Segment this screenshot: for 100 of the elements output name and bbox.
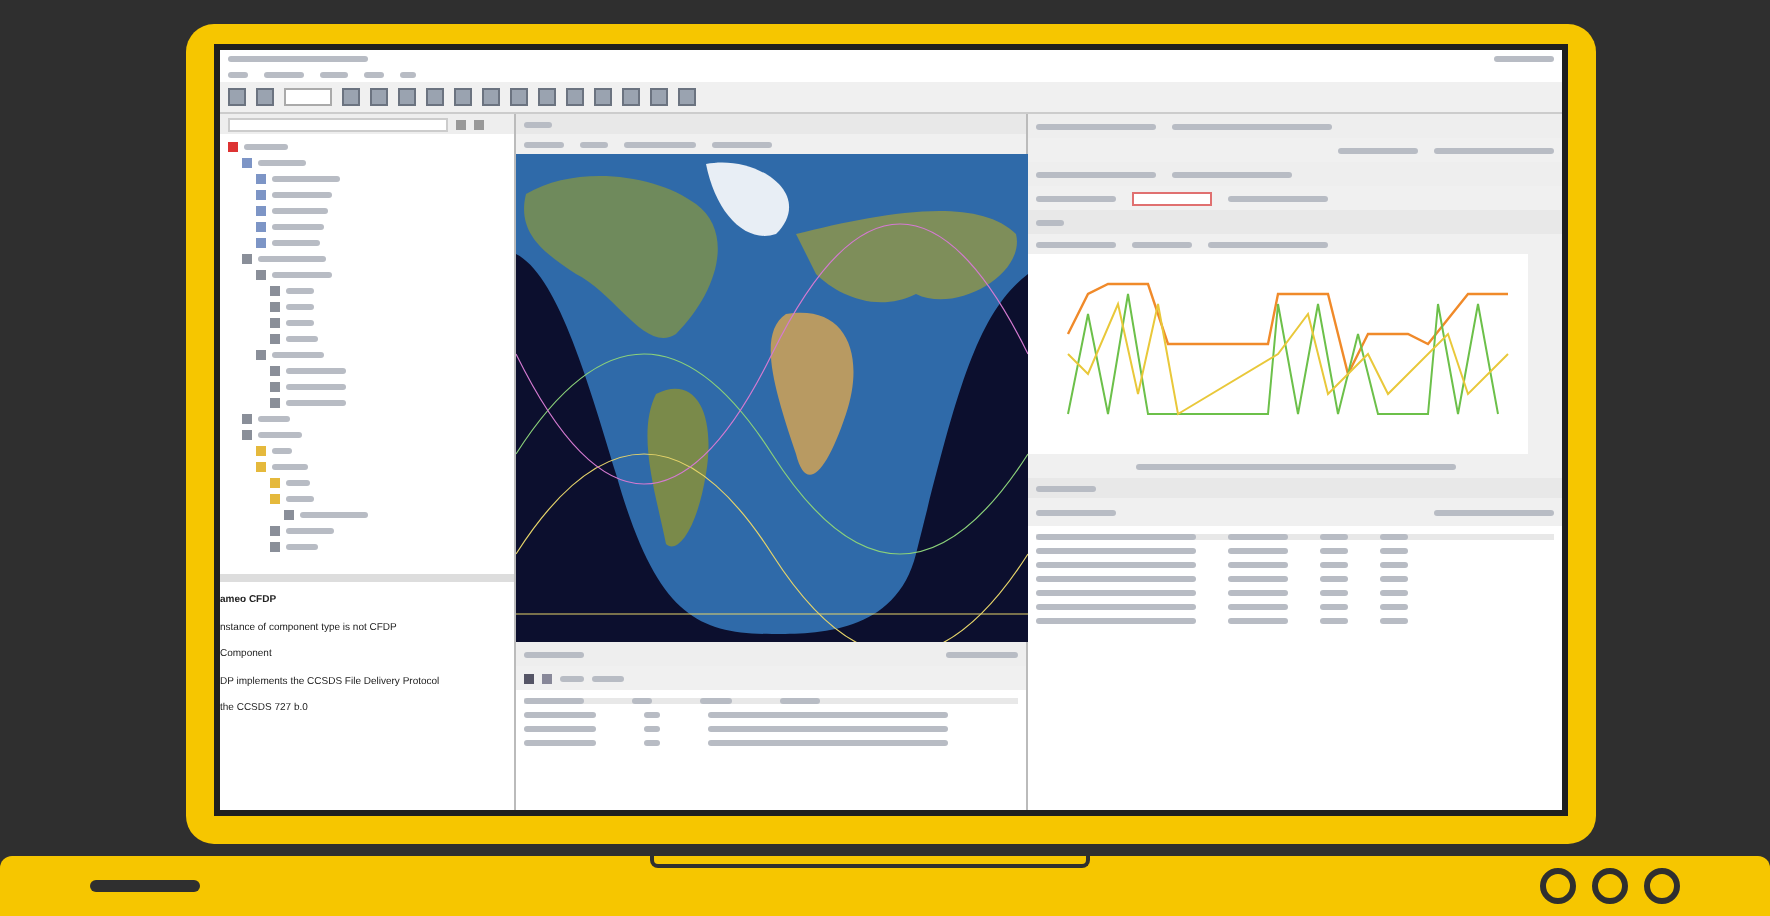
tree-node-icon <box>256 174 266 184</box>
blurred-text <box>272 192 332 198</box>
tree-node-icon <box>270 286 280 296</box>
blurred-text <box>1132 241 1192 247</box>
blurred-text <box>1036 123 1156 129</box>
tree-node-icon <box>270 478 280 488</box>
blurred-text <box>286 320 314 326</box>
blurred-text <box>1228 590 1288 596</box>
blurred-text <box>524 712 596 718</box>
toolbar-icon[interactable] <box>284 88 332 106</box>
tree-node-icon <box>474 119 484 129</box>
blurred-text <box>1036 485 1096 491</box>
blurred-text <box>524 726 596 732</box>
blurred-text <box>946 651 1018 657</box>
tree-node-icon <box>242 430 252 440</box>
tree-node-icon <box>270 494 280 504</box>
blurred-text <box>1320 534 1348 540</box>
blurred-text <box>286 544 318 550</box>
blurred-text <box>712 141 772 147</box>
tree-node-icon <box>270 334 280 344</box>
tree-node-icon <box>270 526 280 536</box>
blurred-text <box>1320 604 1348 610</box>
blurred-text <box>524 141 564 147</box>
blurred-text <box>780 698 820 704</box>
blurred-text <box>1228 618 1288 624</box>
blurred-text <box>272 448 292 454</box>
tree-node-icon <box>270 398 280 408</box>
blurred-text <box>272 176 340 182</box>
blurred-text <box>258 160 306 166</box>
blurred-text <box>272 464 308 470</box>
blurred-text <box>1036 219 1064 225</box>
blurred-text <box>1494 55 1554 61</box>
blurred-text <box>1228 604 1288 610</box>
blurred-text <box>286 288 314 294</box>
blurred-text <box>580 141 608 147</box>
blurred-text <box>1434 147 1554 153</box>
blurred-text <box>286 528 334 534</box>
blurred-text <box>524 740 596 746</box>
blurred-text <box>286 400 346 406</box>
blurred-text <box>272 224 324 230</box>
blurred-text <box>272 208 328 214</box>
tree-node-icon <box>256 206 266 216</box>
tree-node-icon <box>270 382 280 392</box>
blurred-text <box>1228 534 1288 540</box>
blurred-text <box>286 368 346 374</box>
blurred-text <box>524 651 584 657</box>
blurred-text <box>1380 562 1408 568</box>
blurred-text <box>244 144 288 150</box>
tree-node-icon <box>270 318 280 328</box>
blurred-text <box>1380 534 1408 540</box>
blurred-text <box>1320 618 1348 624</box>
blurred-text <box>1036 241 1116 247</box>
blurred-text <box>1380 618 1408 624</box>
blurred-text <box>300 512 368 518</box>
blurred-text <box>228 55 368 61</box>
tree-node-icon <box>242 158 252 168</box>
blurred-text <box>286 480 310 486</box>
blurred-text <box>1036 509 1116 515</box>
blurred-text <box>624 141 696 147</box>
tree-node-icon <box>256 190 266 200</box>
blurred-text <box>286 384 346 390</box>
blurred-text <box>700 698 732 704</box>
blurred-text <box>1228 548 1288 554</box>
tree-node-icon <box>256 350 266 360</box>
tree-node-icon <box>256 446 266 456</box>
tree-node-icon <box>284 510 294 520</box>
tree-node-icon <box>256 238 266 248</box>
blurred-text <box>1380 604 1408 610</box>
tree-node-icon <box>524 673 534 683</box>
search-field[interactable] <box>228 117 448 131</box>
blurred-text <box>1228 576 1288 582</box>
blurred-text <box>1172 171 1292 177</box>
blurred-text <box>1320 562 1348 568</box>
blurred-text <box>286 336 318 342</box>
blurred-text <box>228 71 248 77</box>
tree-node-icon <box>270 302 280 312</box>
blurred-text <box>320 71 348 77</box>
blurred-text <box>272 352 324 358</box>
blurred-text <box>1228 562 1288 568</box>
blurred-text <box>286 496 314 502</box>
blurred-text <box>272 272 332 278</box>
tree-node-icon <box>256 462 266 472</box>
input-field[interactable] <box>1132 191 1212 205</box>
tree-node-icon <box>256 270 266 280</box>
blurred-text <box>1380 548 1408 554</box>
blurred-text <box>1434 509 1554 515</box>
blurred-text <box>1380 590 1408 596</box>
blurred-text <box>1036 195 1116 201</box>
blurred-text <box>1338 147 1418 153</box>
tree-node-icon <box>270 366 280 376</box>
tree-node-icon <box>242 254 252 264</box>
blurred-text <box>1380 576 1408 582</box>
tree-node-icon <box>242 414 252 424</box>
tree-node-icon <box>256 222 266 232</box>
blurred-text <box>258 256 326 262</box>
blurred-text <box>1208 241 1328 247</box>
tree-node-icon <box>270 542 280 552</box>
blurred-text <box>1320 548 1348 554</box>
blurred-text <box>264 71 304 77</box>
blurred-text <box>1320 576 1348 582</box>
